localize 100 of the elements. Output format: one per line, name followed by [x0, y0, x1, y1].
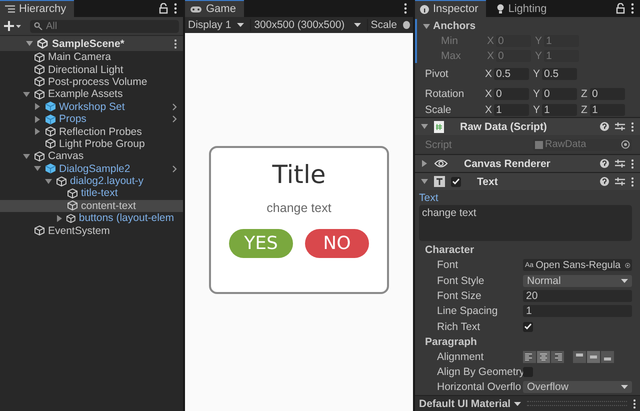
- align-icon: [539, 352, 548, 361]
- cube-icon: [67, 200, 78, 212]
- hierarchy-item[interactable]: dialog2.layout-y: [0, 174, 183, 188]
- axis-label: Y: [533, 68, 540, 80]
- hierarchy-item[interactable]: content-text: [0, 200, 183, 212]
- number-field[interactable]: 1: [523, 305, 632, 318]
- hierarchy-item[interactable]: Canvas: [0, 150, 183, 163]
- number-field[interactable]: 1: [542, 104, 577, 116]
- game-tab[interactable]: Game: [185, 0, 244, 17]
- prefab-cube-icon: [45, 114, 56, 125]
- component-header[interactable]: Text: [415, 172, 640, 190]
- object-picker-icon[interactable]: [624, 260, 630, 270]
- cube-icon: [45, 138, 56, 150]
- dropdown-arrow-icon: [621, 278, 628, 283]
- sliders-icon[interactable]: [615, 177, 625, 186]
- expand-arrow-icon[interactable]: [34, 116, 41, 123]
- hierarchy-item[interactable]: Post-process Volume: [0, 76, 183, 88]
- cube-icon: [34, 64, 45, 76]
- help-icon[interactable]: [600, 122, 609, 132]
- more-icon[interactable]: [633, 398, 636, 408]
- component-header[interactable]: Raw Data (Script): [415, 117, 640, 136]
- help-icon[interactable]: [600, 177, 609, 186]
- more-icon[interactable]: [174, 3, 177, 14]
- hierarchy-item[interactable]: DialogSample2: [0, 162, 183, 175]
- hierarchy-item[interactable]: EventSystem: [0, 224, 183, 237]
- expand-arrow-icon[interactable]: [34, 165, 41, 172]
- dialog-button[interactable]: NO: [305, 229, 369, 258]
- more-icon[interactable]: [174, 38, 177, 48]
- hierarchy-item[interactable]: Reflection Probes: [0, 125, 183, 138]
- axis-label: X: [485, 104, 492, 116]
- lock-icon[interactable]: [159, 3, 168, 14]
- more-icon[interactable]: [404, 3, 407, 14]
- hierarchy-item[interactable]: Example Assets: [0, 88, 183, 101]
- more-icon[interactable]: [631, 122, 634, 132]
- more-icon[interactable]: [631, 158, 634, 169]
- number-field[interactable]: 0.5: [542, 68, 577, 80]
- number-field[interactable]: 0.5: [494, 68, 529, 80]
- checkbox[interactable]: [523, 322, 533, 332]
- help-icon[interactable]: [600, 159, 609, 168]
- search-field[interactable]: All: [30, 20, 179, 32]
- lock-icon[interactable]: [616, 3, 625, 14]
- inspector-tab[interactable]: Lighting: [492, 0, 555, 17]
- number-field[interactable]: 0: [542, 88, 577, 100]
- hierarchy-item[interactable]: Workshop Set: [0, 100, 183, 113]
- expand-arrow-icon[interactable]: [421, 123, 428, 130]
- hierarchy-item[interactable]: Props: [0, 112, 183, 126]
- sliders-icon[interactable]: [615, 122, 625, 132]
- hierarchy-item[interactable]: Directional Light: [0, 63, 183, 76]
- add-icon[interactable]: [4, 21, 22, 31]
- display-dropdown[interactable]: Display 1: [188, 19, 244, 31]
- dropdown-arrow-icon: [621, 385, 628, 390]
- expand-arrow-icon[interactable]: [56, 214, 63, 222]
- field-label: Scale: [425, 104, 452, 116]
- hierarchy-tab[interactable]: Hierarchy: [0, 0, 74, 17]
- resolution-dropdown[interactable]: 300x500 (300x500): [250, 19, 361, 31]
- align-icon: [553, 352, 562, 361]
- dropdown-arrow-icon: [354, 23, 361, 27]
- number-field[interactable]: 0: [494, 88, 529, 100]
- dialog-text: change text: [266, 201, 332, 215]
- number-field[interactable]: 1: [494, 104, 529, 116]
- text-area[interactable]: change text: [419, 205, 632, 242]
- dropdown[interactable]: Overflow: [523, 381, 632, 394]
- dropdown[interactable]: Normal: [523, 274, 632, 287]
- expand-arrow-icon[interactable]: [45, 178, 52, 185]
- cube-icon: [34, 76, 45, 88]
- chevron-right-icon[interactable]: [172, 164, 177, 173]
- enabled-checkbox[interactable]: [451, 176, 461, 187]
- component-header[interactable]: Canvas Renderer: [415, 154, 640, 172]
- align-button[interactable]: [551, 350, 564, 363]
- expand-arrow-icon[interactable]: [421, 178, 428, 186]
- axis-label: X: [487, 35, 494, 48]
- hierarchy-item[interactable]: title-text: [0, 187, 183, 200]
- align-button[interactable]: [573, 350, 586, 363]
- number-field[interactable]: 20: [523, 290, 632, 302]
- hierarchy-item[interactable]: Main Camera: [0, 51, 183, 64]
- text-component-icon: [434, 176, 445, 188]
- expand-arrow-icon[interactable]: [421, 160, 428, 168]
- align-button[interactable]: [537, 350, 550, 363]
- expand-arrow-icon[interactable]: [34, 103, 41, 110]
- number-field[interactable]: 1: [590, 104, 625, 116]
- axis-label: X: [485, 88, 492, 100]
- sliders-icon[interactable]: [615, 159, 625, 168]
- scale-slider-thumb[interactable]: [402, 21, 410, 29]
- scene-row[interactable]: SampleScene*: [0, 36, 183, 51]
- more-icon[interactable]: [631, 3, 634, 14]
- prefab-cube-icon: [45, 163, 56, 174]
- expand-arrow-icon[interactable]: [423, 22, 430, 30]
- expand-arrow-icon[interactable]: [23, 152, 30, 160]
- expand-arrow-icon[interactable]: [23, 90, 30, 98]
- more-icon[interactable]: [631, 176, 634, 187]
- inspector-tab[interactable]: Inspector: [415, 0, 486, 17]
- align-button[interactable]: [587, 350, 600, 363]
- align-button[interactable]: [601, 350, 614, 363]
- hierarchy-item[interactable]: buttons (layout-elem: [0, 212, 183, 224]
- expand-arrow-icon[interactable]: [34, 128, 41, 136]
- list-icon: [5, 5, 15, 13]
- hierarchy-item[interactable]: Light Probe Group: [0, 138, 183, 150]
- number-field[interactable]: 0: [590, 88, 625, 100]
- field-label: Script: [425, 138, 453, 151]
- align-button[interactable]: [523, 350, 536, 363]
